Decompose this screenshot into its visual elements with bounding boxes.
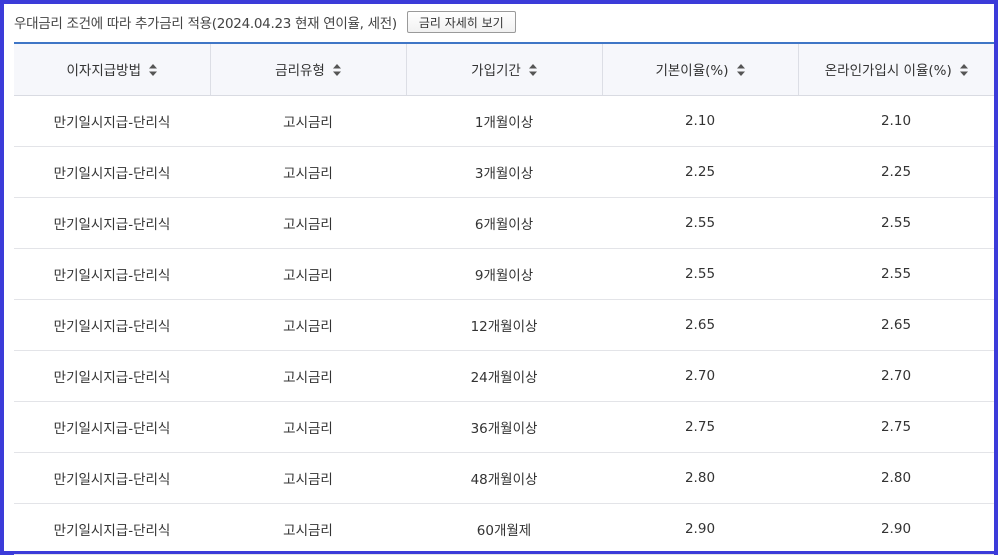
cell-term: 48개월이상: [406, 452, 602, 504]
column-header-label: 가입기간: [471, 63, 521, 80]
cell-base-rate: 2.25: [602, 146, 798, 198]
cell-rate-type: 고시금리: [210, 248, 406, 300]
cell-term: 3개월이상: [406, 146, 602, 198]
cell-online-rate: 2.55: [798, 197, 994, 249]
table-row: 만기일시지급-단리식 고시금리 12개월이상 2.65 2.65: [14, 299, 994, 351]
cell-base-rate: 2.10: [602, 95, 798, 147]
cell-term: 9개월이상: [406, 248, 602, 300]
cell-online-rate: 2.75: [798, 401, 994, 453]
table-row: 만기일시지급-단리식 고시금리 1개월이상 2.10 2.10: [14, 95, 994, 147]
column-header-base-rate[interactable]: 기본이율(%): [602, 43, 799, 96]
cell-rate-type: 고시금리: [210, 350, 406, 402]
cell-payment-method: 만기일시지급-단리식: [14, 452, 210, 504]
sort-icon[interactable]: [736, 64, 745, 77]
cell-base-rate: 2.70: [602, 350, 798, 402]
column-header-label: 온라인가입시 이율(%): [824, 63, 952, 80]
cell-rate-type: 고시금리: [210, 452, 406, 504]
cell-base-rate: 2.75: [602, 401, 798, 453]
cell-payment-method: 만기일시지급-단리식: [14, 350, 210, 402]
column-header-online-rate[interactable]: 온라인가입시 이율(%): [798, 43, 994, 96]
table-row: 만기일시지급-단리식 고시금리 36개월이상 2.75 2.75: [14, 401, 994, 453]
cell-term: 6개월이상: [406, 197, 602, 249]
column-header-term[interactable]: 가입기간: [406, 43, 603, 96]
column-header-payment-method[interactable]: 이자지급방법: [14, 43, 211, 96]
rate-detail-button[interactable]: 금리 자세히 보기: [406, 11, 516, 33]
column-header-rate-type[interactable]: 금리유형: [210, 43, 407, 96]
sort-icon[interactable]: [959, 64, 968, 77]
cell-payment-method: 만기일시지급-단리식: [14, 197, 210, 249]
cell-term: 36개월이상: [406, 401, 602, 453]
table-row: 만기일시지급-단리식 고시금리 48개월이상 2.80 2.80: [14, 452, 994, 504]
cell-online-rate: 2.90: [798, 503, 994, 555]
cell-base-rate: 2.65: [602, 299, 798, 351]
cell-base-rate: 2.55: [602, 248, 798, 300]
cell-online-rate: 2.25: [798, 146, 994, 198]
cell-rate-type: 고시금리: [210, 197, 406, 249]
column-header-label: 금리유형: [275, 63, 325, 80]
cell-base-rate: 2.55: [602, 197, 798, 249]
column-header-label: 기본이율(%): [655, 63, 729, 80]
table-row: 만기일시지급-단리식 고시금리 9개월이상 2.55 2.55: [14, 248, 994, 300]
cell-rate-type: 고시금리: [210, 299, 406, 351]
cell-online-rate: 2.80: [798, 452, 994, 504]
table-header-row: 이자지급방법 금리유형 가입기간 기본이율(%) 온라인가입시 이율(%): [14, 43, 994, 96]
column-header-label: 이자지급방법: [66, 63, 142, 80]
cell-online-rate: 2.70: [798, 350, 994, 402]
cell-online-rate: 2.10: [798, 95, 994, 147]
table-row: 만기일시지급-단리식 고시금리 60개월제 2.90 2.90: [14, 503, 994, 555]
cell-payment-method: 만기일시지급-단리식: [14, 146, 210, 198]
cell-payment-method: 만기일시지급-단리식: [14, 95, 210, 147]
cell-rate-type: 고시금리: [210, 503, 406, 555]
cell-term: 24개월이상: [406, 350, 602, 402]
cell-payment-method: 만기일시지급-단리식: [14, 248, 210, 300]
cell-base-rate: 2.80: [602, 452, 798, 504]
cell-term: 60개월제: [406, 503, 602, 555]
table-row: 만기일시지급-단리식 고시금리 3개월이상 2.25 2.25: [14, 146, 994, 198]
cell-term: 1개월이상: [406, 95, 602, 147]
rate-notice-text: 우대금리 조건에 따라 추가금리 적용(2024.04.23 현재 연이율, 세…: [14, 16, 397, 32]
cell-payment-method: 만기일시지급-단리식: [14, 503, 210, 555]
table-row: 만기일시지급-단리식 고시금리 24개월이상 2.70 2.70: [14, 350, 994, 402]
sort-icon[interactable]: [332, 64, 341, 77]
table-row: 만기일시지급-단리식 고시금리 6개월이상 2.55 2.55: [14, 197, 994, 249]
interest-rate-table: 이자지급방법 금리유형 가입기간 기본이율(%) 온라인가입시 이율(%) 만기…: [14, 42, 994, 555]
cell-payment-method: 만기일시지급-단리식: [14, 401, 210, 453]
cell-term: 12개월이상: [406, 299, 602, 351]
cell-online-rate: 2.55: [798, 248, 994, 300]
cell-rate-type: 고시금리: [210, 95, 406, 147]
sort-icon[interactable]: [149, 64, 158, 77]
sort-icon[interactable]: [528, 64, 537, 77]
window-frame: 우대금리 조건에 따라 추가금리 적용(2024.04.23 현재 연이율, 세…: [0, 0, 998, 555]
cell-rate-type: 고시금리: [210, 401, 406, 453]
cell-payment-method: 만기일시지급-단리식: [14, 299, 210, 351]
table-body: 만기일시지급-단리식 고시금리 1개월이상 2.10 2.10 만기일시지급-단리식 고시금…: [14, 95, 994, 555]
cell-online-rate: 2.65: [798, 299, 994, 351]
cell-base-rate: 2.90: [602, 503, 798, 555]
cell-rate-type: 고시금리: [210, 146, 406, 198]
rate-notice-bar: 우대금리 조건에 따라 추가금리 적용(2024.04.23 현재 연이율, 세…: [14, 8, 984, 36]
